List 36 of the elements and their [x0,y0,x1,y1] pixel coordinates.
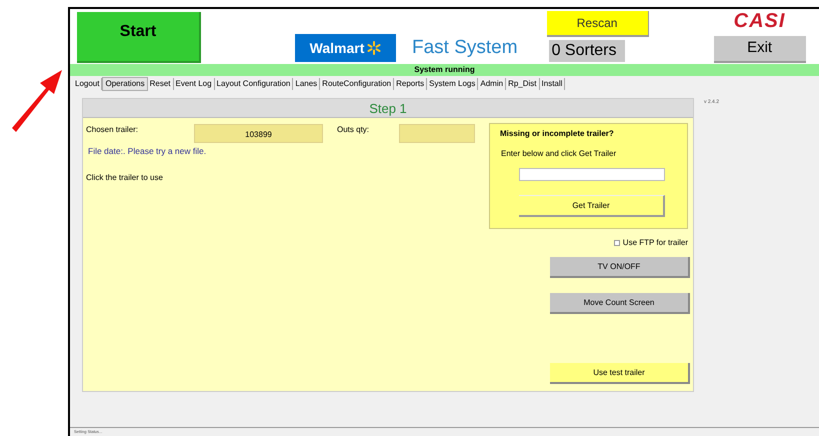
tab[interactable]: Lanes [293,78,320,90]
tab[interactable]: Rp_Dist [506,78,540,90]
logo-text: Walmart [310,38,364,58]
spark-icon [367,41,382,55]
action-button[interactable]: TV ON/OFF [550,257,690,278]
exit-button[interactable]: Exit [714,36,806,63]
brand-logo: CASI [734,9,786,34]
app-title: Fast System [412,36,518,60]
action-button[interactable]: Use test trailer [550,363,690,384]
trailer-field[interactable]: 103899 [194,124,323,143]
tab[interactable]: System Logs [427,78,478,90]
field-label: Outs qty: [337,124,370,136]
checkbox[interactable] [614,240,620,246]
tab[interactable]: Operations [102,76,148,90]
tab[interactable]: RouteConfiguration [320,78,394,90]
tab[interactable]: Install [540,78,566,90]
step-title: Step 1 [369,100,407,117]
instruction-text: Click the trailer to use [86,172,164,184]
action-button[interactable]: Move Count Screen [550,293,690,314]
trailer-input[interactable] [519,168,665,181]
outs-qty-field[interactable] [399,124,475,143]
start-button[interactable]: Start [77,12,201,63]
tab[interactable]: Event Log [174,78,215,90]
panel-hint: Enter below and click Get Trailer [501,148,618,160]
panel-title: Missing or incomplete trailer? [500,128,615,140]
field-label: Chosen trailer: [86,124,140,136]
tab[interactable]: Reports [394,78,428,90]
checkbox-label: Use FTP for trailer [622,237,688,249]
rescan-button[interactable]: Rescan [546,11,649,37]
status-text: System running [414,64,475,76]
file-message: File date:. Please try a new file. [88,145,208,158]
tab[interactable]: Admin [478,78,506,90]
sorter-count: 0 Sorters [548,40,625,62]
tab[interactable]: Reset [148,78,174,90]
get-trailer-button[interactable]: Get Trailer [519,195,665,217]
tab[interactable]: Layout Configuration [214,78,294,90]
